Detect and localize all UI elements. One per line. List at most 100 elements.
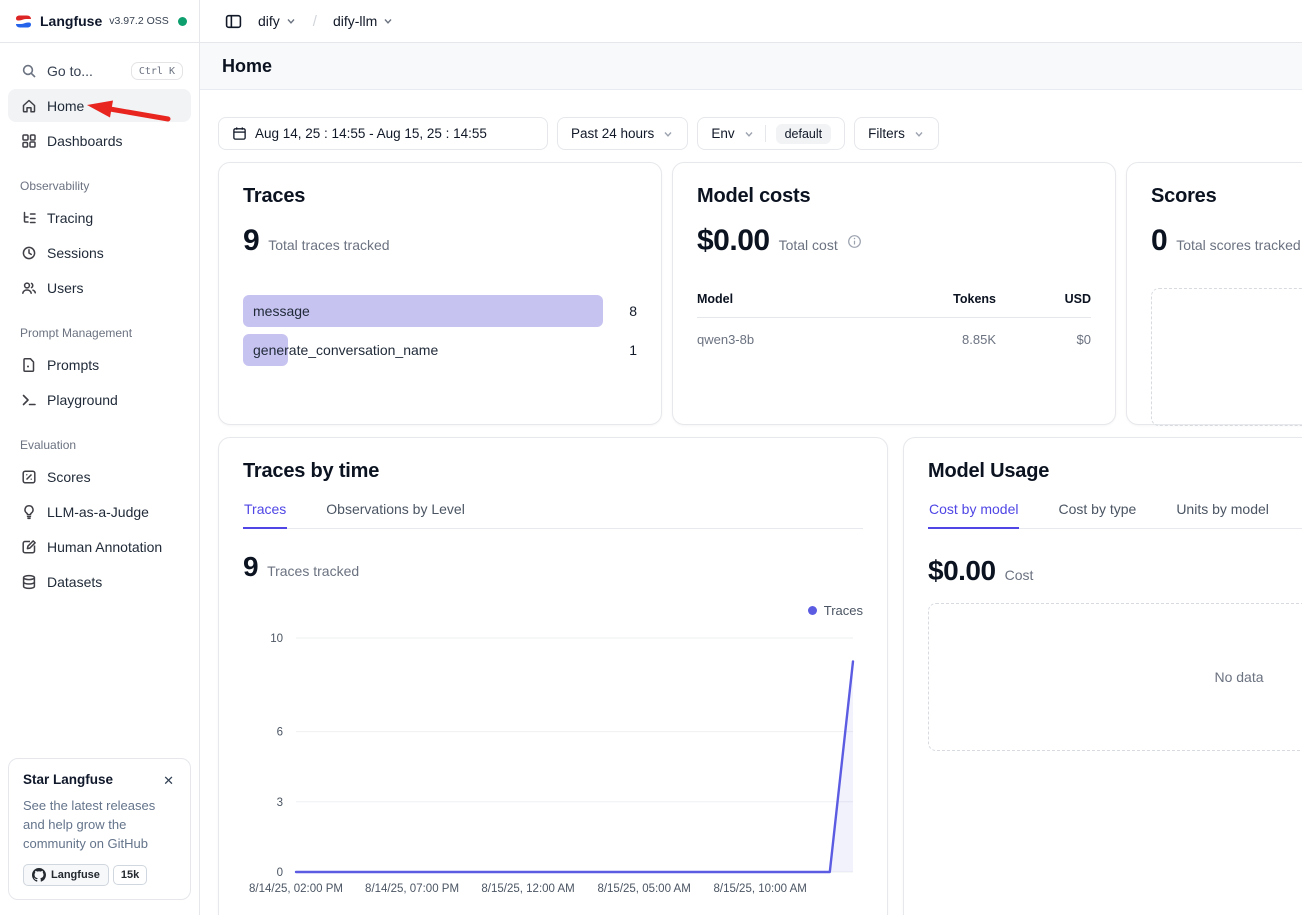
pen-icon	[20, 538, 37, 555]
svg-text:8/15/25, 10:00 AM: 8/15/25, 10:00 AM	[713, 883, 806, 895]
table-row[interactable]: qwen3-8b 8.85K $0	[697, 318, 1091, 347]
traces-tracked: 9	[243, 551, 258, 583]
bar-label: generate_conversation_name	[253, 342, 438, 358]
sidebar-toggle-icon[interactable]	[220, 8, 246, 34]
cell-tokens: 8.85K	[876, 332, 996, 347]
sidebar-item-label: Datasets	[47, 574, 102, 590]
card-title: Model Usage	[928, 460, 1302, 483]
github-star-badge[interactable]: Langfuse	[23, 864, 109, 886]
total-cost: $0.00	[697, 224, 770, 258]
time-preset-dropdown[interactable]: Past 24 hours	[557, 117, 688, 150]
search-icon	[20, 63, 37, 80]
date-range-picker[interactable]: Aug 14, 25 : 14:55 - Aug 15, 25 : 14:55	[218, 117, 548, 150]
github-icon	[32, 868, 46, 882]
users-icon	[20, 279, 37, 296]
sidebar-item-label: Sessions	[47, 245, 104, 261]
traces-by-time-card: Traces by time Traces Observations by Le…	[218, 437, 888, 915]
sidebar-item-label: Dashboards	[47, 133, 123, 149]
sidebar: Langfuse v3.97.2 OSS Go to... Ctrl K Hom…	[0, 0, 200, 915]
traces-bar-chart: message8 generate_conversation_name 1	[243, 295, 637, 366]
section-prompt-management: Prompt Management	[8, 326, 191, 340]
usage-empty-state: No data	[928, 603, 1302, 751]
sidebar-item-dashboards[interactable]: Dashboards	[8, 124, 191, 157]
svg-text:8/14/25, 02:00 PM: 8/14/25, 02:00 PM	[249, 883, 343, 895]
divider	[765, 125, 766, 142]
traces-card: Traces 9 Total traces tracked message8ge…	[218, 162, 662, 425]
trace-bar-row[interactable]: message8	[243, 295, 637, 327]
page-header: Home	[200, 43, 1302, 90]
terminal-icon	[20, 391, 37, 408]
sidebar-item-llm-as-a-judge[interactable]: LLM-as-a-Judge	[8, 495, 191, 528]
tab-cost-by-model[interactable]: Cost by model	[928, 499, 1019, 529]
sidebar-item-users[interactable]: Users	[8, 271, 191, 304]
legend-dot-icon	[808, 606, 817, 615]
filters-dropdown[interactable]: Filters	[854, 117, 939, 150]
tab-cost-by-type[interactable]: Cost by type	[1057, 499, 1137, 529]
filters-label: Filters	[868, 126, 905, 141]
traces-line-chart: 036108/14/25, 02:00 PM8/14/25, 07:00 PM8…	[243, 622, 865, 898]
sidebar-item-prompts[interactable]: Prompts	[8, 348, 191, 381]
dashboards-icon	[20, 132, 37, 149]
promo-title: Star Langfuse	[23, 772, 113, 787]
svg-text:0: 0	[277, 867, 283, 879]
chevron-down-icon	[743, 128, 755, 140]
total-cost-label: Total cost	[779, 237, 838, 253]
time-preset-value: Past 24 hours	[571, 126, 654, 141]
traces-total: 9	[243, 224, 259, 258]
section-observability: Observability	[8, 179, 191, 193]
bar-value: 1	[615, 342, 637, 358]
sidebar-item-home[interactable]: Home	[8, 89, 191, 122]
github-star-count[interactable]: 15k	[113, 865, 147, 885]
page-title: Home	[222, 56, 272, 77]
card-title: Traces by time	[243, 460, 863, 483]
no-data-label: No data	[1214, 669, 1263, 685]
tracing-icon	[20, 209, 37, 226]
env-dropdown[interactable]: Env default	[697, 117, 845, 150]
filter-row: Aug 14, 25 : 14:55 - Aug 15, 25 : 14:55 …	[218, 117, 939, 150]
tab-traces[interactable]: Traces	[243, 499, 287, 529]
content: Aug 14, 25 : 14:55 - Aug 15, 25 : 14:55 …	[200, 90, 1302, 915]
sidebar-item-label: Home	[47, 98, 84, 114]
breadcrumb-project[interactable]: dify-llm	[331, 9, 396, 33]
chevron-down-icon	[285, 15, 297, 27]
goto-search[interactable]: Go to... Ctrl K	[8, 55, 191, 87]
sidebar-item-label: Scores	[47, 469, 91, 485]
scores-total: 0	[1151, 224, 1167, 258]
sidebar-item-human-annotation[interactable]: Human Annotation	[8, 530, 191, 563]
breadcrumb-separator: /	[309, 13, 321, 30]
sidebar-item-tracing[interactable]: Tracing	[8, 201, 191, 234]
usage-cost: $0.00	[928, 555, 996, 587]
scores-empty-state	[1151, 288, 1302, 426]
sidebar-item-label: Users	[47, 280, 84, 296]
project-name: dify-llm	[333, 13, 377, 29]
section-evaluation: Evaluation	[8, 438, 191, 452]
tab-observations-by-level[interactable]: Observations by Level	[325, 499, 466, 529]
sidebar-item-playground[interactable]: Playground	[8, 383, 191, 416]
tab-units-by-model[interactable]: Units by model	[1175, 499, 1270, 529]
legend-label: Traces	[824, 603, 863, 618]
bar-track: generate_conversation_name	[243, 334, 603, 366]
brand-row: Langfuse v3.97.2 OSS	[0, 0, 199, 43]
cell-usd: $0	[996, 332, 1091, 347]
close-icon[interactable]: ✕	[161, 772, 176, 789]
sidebar-item-label: Prompts	[47, 357, 99, 373]
brand-version: v3.97.2 OSS	[109, 15, 169, 27]
calendar-icon	[232, 126, 247, 141]
svg-text:8/14/25, 07:00 PM: 8/14/25, 07:00 PM	[365, 883, 459, 895]
model-costs-table: Model Tokens USD qwen3-8b 8.85K $0	[697, 292, 1091, 347]
clock-icon	[20, 244, 37, 261]
info-icon[interactable]	[847, 234, 862, 249]
col-header-usd: USD	[996, 292, 1091, 306]
sidebar-item-label: Tracing	[47, 210, 93, 226]
org-name: dify	[258, 13, 280, 29]
sidebar-item-scores[interactable]: Scores	[8, 460, 191, 493]
breadcrumb-org[interactable]: dify	[256, 9, 299, 33]
chart-legend: Traces	[243, 603, 863, 618]
chevron-down-icon	[382, 15, 394, 27]
svg-text:8/15/25, 12:00 AM: 8/15/25, 12:00 AM	[481, 883, 574, 895]
trace-bar-row[interactable]: generate_conversation_name 1	[243, 334, 637, 366]
model-usage-tabs: Cost by model Cost by type Units by mode…	[928, 499, 1302, 529]
sidebar-item-datasets[interactable]: Datasets	[8, 565, 191, 598]
star-langfuse-card: Star Langfuse ✕ See the latest releases …	[8, 758, 191, 900]
sidebar-item-sessions[interactable]: Sessions	[8, 236, 191, 269]
